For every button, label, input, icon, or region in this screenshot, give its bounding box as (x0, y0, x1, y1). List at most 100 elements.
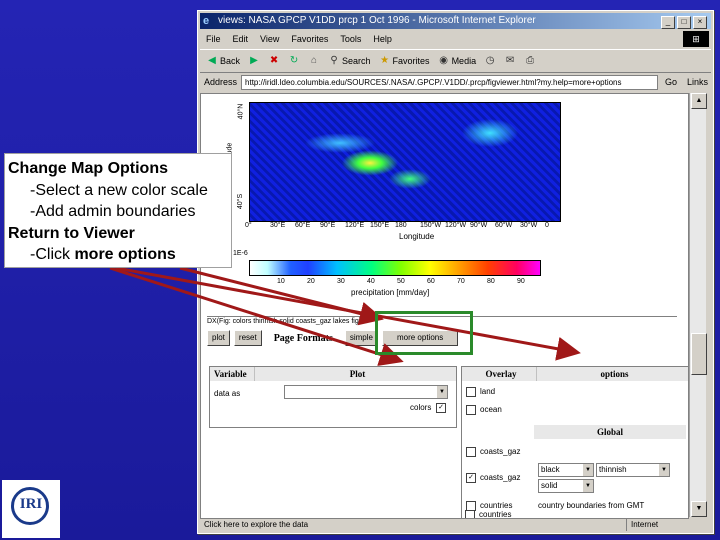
colorbar-tick: 60 (427, 278, 435, 285)
forward-button[interactable]: ▶ (248, 55, 260, 67)
line-style-select[interactable]: solid ▼ (538, 479, 594, 493)
plot-type-select[interactable]: ▼ (284, 385, 448, 399)
star-icon: ★ (380, 55, 390, 66)
coasts-gaz-checkbox[interactable]: ✓ (466, 473, 476, 483)
menu-file[interactable]: File (206, 31, 221, 47)
print-button[interactable]: ⎙ (524, 55, 536, 67)
options-column-header: options (600, 369, 629, 379)
mail-button[interactable]: ✉ (504, 55, 516, 67)
colorbar-tick: 10 (277, 278, 285, 285)
lon-tick: 150°E (370, 222, 390, 229)
overlay-table-header: Overlay options (462, 367, 688, 381)
maximize-button[interactable]: □ (677, 16, 691, 29)
reset-button[interactable]: reset (233, 330, 262, 346)
stop-button[interactable]: ✖ (268, 55, 280, 67)
windows-logo-icon: ⊞ (683, 31, 709, 47)
annotation-callout: Change Map Options -Select a new color s… (4, 153, 232, 268)
colors-checkbox[interactable]: ✓ (436, 403, 446, 413)
coasts-gaz-top-checkbox[interactable] (466, 447, 476, 457)
logo-text: IRI (19, 496, 43, 512)
colorbar-ticks: 10 20 30 40 50 60 70 80 90 (249, 278, 539, 288)
back-button[interactable]: ◀ Back (206, 55, 240, 67)
variable-table-header: Variable Plot (210, 367, 456, 381)
window-title: views: NASA GPCP V1DD prcp 1 Oct 1996 - … (218, 15, 536, 26)
colorbar (249, 260, 541, 276)
media-icon: ◉ (439, 55, 448, 66)
colorbar-tick: 50 (397, 278, 405, 285)
go-button[interactable]: Go (662, 77, 680, 87)
colorbar-tick: 40 (367, 278, 375, 285)
forward-arrow-icon: ▶ (250, 55, 258, 66)
lon-tick: 90°E (320, 222, 336, 229)
land-checkbox[interactable] (466, 387, 476, 397)
address-input[interactable]: http://iridl.ldeo.columbia.edu/SOURCES/.… (241, 74, 658, 90)
minimize-button[interactable]: _ (661, 16, 675, 29)
scroll-down-icon[interactable]: ▼ (691, 501, 707, 517)
media-button[interactable]: ◉ Media (438, 55, 476, 67)
colorbar-tick: 20 (307, 278, 315, 285)
links-button[interactable]: Links (684, 77, 711, 87)
line-color-select[interactable]: black ▼ (538, 463, 594, 477)
countries2-label: countries (479, 510, 512, 519)
back-arrow-icon: ◀ (208, 55, 216, 66)
menu-view[interactable]: View (260, 31, 279, 47)
colorbar-tick: 70 (457, 278, 465, 285)
coasts-gaz-top-label: coasts_gaz (480, 447, 521, 456)
favorites-button[interactable]: ★ Favorites (379, 55, 430, 67)
overlay-row-countries2: countries (461, 510, 687, 518)
print-icon: ⎙ (526, 55, 535, 66)
menu-edit[interactable]: Edit (233, 31, 249, 47)
search-button[interactable]: ⚲ Search (328, 55, 370, 67)
lon-tick: 30°E (270, 222, 286, 229)
lat-top-label: 40°N (237, 103, 245, 120)
countries-description: country boundaries from GMT (538, 501, 645, 510)
page-content: 40°N 40°S tude 0° 30°E 60°E 90°E 120°E 150°E 1… (200, 93, 689, 519)
plot-button[interactable]: plot (207, 330, 230, 346)
lon-tick: 90°W (470, 222, 488, 229)
lon-tick: 180 (395, 222, 407, 229)
lon-tick: 120°W (445, 222, 467, 229)
vertical-scrollbar[interactable]: ▲ ▼ (689, 93, 707, 517)
page-formats-link[interactable]: Page Formats (266, 333, 341, 344)
refresh-icon: ↻ (289, 55, 299, 66)
history-button[interactable]: ◷ (484, 55, 496, 67)
more-options-highlight (375, 311, 473, 355)
refresh-button[interactable]: ↻ (288, 55, 300, 67)
title-bar: e views: NASA GPCP V1DD prcp 1 Oct 1996 … (200, 13, 711, 29)
close-button[interactable]: × (693, 16, 707, 29)
overlay-column-header: Overlay (462, 367, 537, 381)
ie-icon: e (203, 15, 210, 27)
address-label: Address (204, 77, 238, 87)
colorbar-tick: 80 (487, 278, 495, 285)
search-icon: ⚲ (330, 55, 338, 66)
lon-tick: 60°E (295, 222, 311, 229)
overlay-row-coasts-gaz: ✓ coasts_gaz black ▼ thinnish ▼ solid ▼ (462, 461, 688, 495)
menu-tools[interactable]: Tools (340, 31, 361, 47)
scroll-up-icon[interactable]: ▲ (691, 93, 707, 109)
scroll-thumb[interactable] (691, 333, 707, 375)
lon-tick: 60°W (495, 222, 513, 229)
history-icon: ◷ (485, 55, 495, 66)
countries-label: countries (480, 501, 513, 510)
lon-tick: 0 (545, 222, 549, 229)
ocean-checkbox[interactable] (466, 405, 476, 415)
countries2-checkbox[interactable] (465, 510, 475, 518)
menu-help[interactable]: Help (373, 31, 392, 47)
chevron-down-icon: ▼ (583, 480, 593, 492)
lon-tick: 30°W (520, 222, 538, 229)
callout-line-3: -Click more options (30, 246, 176, 263)
precipitation-map[interactable] (249, 102, 561, 222)
toolbar: ◀ Back ▶ ✖ ↻ ⌂ ⚲ Search ★ Favorites ◉ Media … (200, 49, 711, 73)
map-xlabel: Longitude (399, 232, 435, 241)
home-button[interactable]: ⌂ (308, 55, 320, 67)
status-zone: Internet (626, 519, 711, 531)
coasts-gaz-label: coasts_gaz (480, 473, 521, 482)
data-as-label: data as (214, 389, 241, 398)
menu-favorites[interactable]: Favorites (291, 31, 328, 47)
variable-column-header: Variable (210, 367, 255, 381)
chevron-down-icon: ▼ (437, 386, 447, 398)
simple-button[interactable]: simple (344, 330, 378, 346)
status-message: Click here to explore the data (204, 520, 309, 529)
variable-table: Variable Plot data as ▼ colors ✓ (209, 366, 457, 428)
line-thickness-select[interactable]: thinnish ▼ (596, 463, 670, 477)
